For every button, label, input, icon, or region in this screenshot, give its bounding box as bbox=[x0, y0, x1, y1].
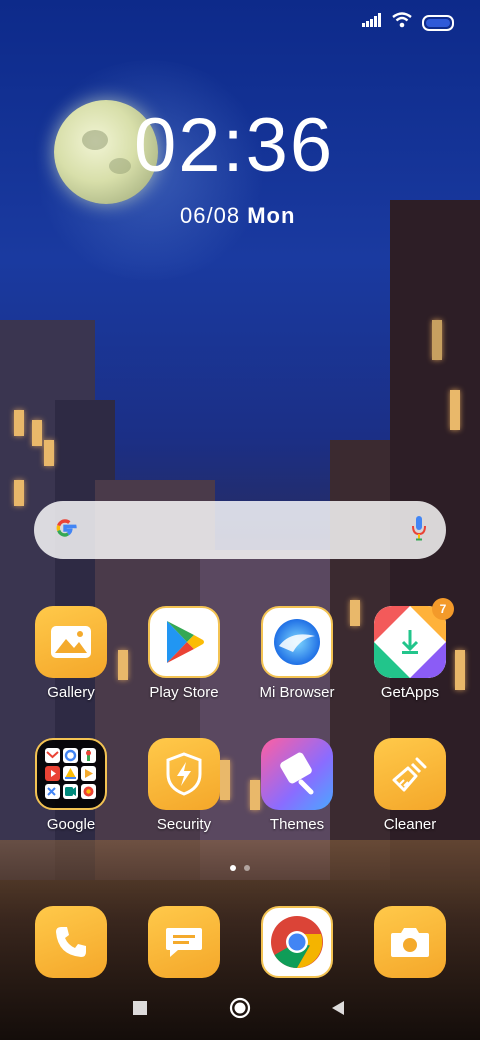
app-themes[interactable]: Themes bbox=[242, 738, 352, 833]
chrome-icon[interactable] bbox=[261, 906, 333, 978]
app-getapps[interactable]: 7 GetApps bbox=[355, 598, 465, 701]
page-dot[interactable] bbox=[244, 865, 250, 871]
app-mi-browser[interactable]: Mi Browser bbox=[242, 606, 352, 701]
mi-browser-icon[interactable] bbox=[261, 606, 333, 678]
app-label: Cleaner bbox=[383, 816, 437, 833]
app-play-store[interactable]: Play Store bbox=[129, 606, 239, 701]
date-text: 06/08 bbox=[180, 203, 241, 228]
app-label: Mi Browser bbox=[259, 684, 335, 701]
phone-icon[interactable] bbox=[35, 906, 107, 978]
google-search-bar[interactable] bbox=[34, 501, 446, 559]
app-label: Security bbox=[156, 816, 212, 833]
home-button[interactable] bbox=[229, 997, 251, 1024]
play-store-icon[interactable] bbox=[148, 606, 220, 678]
page-indicator[interactable] bbox=[0, 865, 480, 871]
notification-badge: 7 bbox=[432, 598, 454, 620]
dock-chrome[interactable] bbox=[242, 906, 352, 978]
back-button[interactable] bbox=[330, 1000, 346, 1021]
battery-icon bbox=[422, 14, 454, 31]
microphone-icon[interactable] bbox=[410, 514, 428, 547]
app-security[interactable]: Security bbox=[129, 738, 239, 833]
messages-icon[interactable] bbox=[148, 906, 220, 978]
gallery-icon[interactable] bbox=[35, 606, 107, 678]
signal-icon bbox=[362, 13, 382, 32]
broom-icon[interactable] bbox=[374, 738, 446, 810]
google-folder-icon[interactable] bbox=[35, 738, 107, 810]
themes-icon[interactable] bbox=[261, 738, 333, 810]
app-label: Gallery bbox=[47, 684, 95, 701]
clock-date[interactable]: 06/08 Mon bbox=[180, 203, 295, 229]
security-icon[interactable] bbox=[148, 738, 220, 810]
camera-icon[interactable] bbox=[374, 906, 446, 978]
status-bar bbox=[362, 12, 454, 33]
google-g-icon[interactable] bbox=[52, 515, 78, 546]
day-text: Mon bbox=[247, 203, 296, 228]
getapps-icon[interactable]: 7 bbox=[374, 598, 454, 678]
app-label: GetApps bbox=[380, 684, 440, 701]
page-dot[interactable] bbox=[230, 865, 236, 871]
wifi-icon bbox=[392, 12, 412, 33]
dock-messages[interactable] bbox=[129, 906, 239, 978]
navigation-bar bbox=[0, 994, 480, 1022]
clock-time[interactable]: 02:36 bbox=[134, 108, 334, 184]
recents-button[interactable] bbox=[133, 1001, 147, 1015]
app-label: Themes bbox=[269, 816, 325, 833]
dock-phone[interactable] bbox=[16, 906, 126, 978]
app-cleaner[interactable]: Cleaner bbox=[355, 738, 465, 833]
folder-google[interactable]: Google bbox=[16, 738, 126, 833]
app-gallery[interactable]: Gallery bbox=[16, 606, 126, 701]
app-label: Google bbox=[46, 816, 96, 833]
dock-camera[interactable] bbox=[355, 906, 465, 978]
app-label: Play Store bbox=[149, 684, 219, 701]
